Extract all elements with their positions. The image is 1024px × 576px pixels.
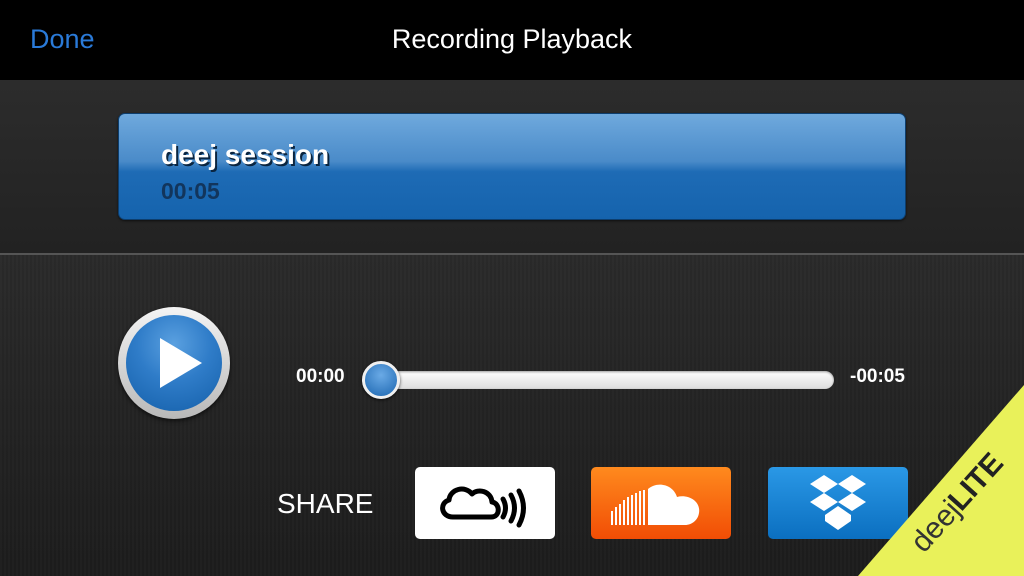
progress-slider-handle[interactable]	[362, 361, 400, 399]
elapsed-time: 00:00	[296, 366, 345, 387]
play-button-face	[126, 315, 222, 411]
share-dropbox-button[interactable]	[768, 467, 908, 539]
mixcloud-icon	[440, 486, 526, 528]
play-button[interactable]	[118, 307, 230, 419]
share-mixcloud-button[interactable]	[415, 467, 555, 539]
recording-item[interactable]: deej session 00:05	[118, 113, 906, 220]
share-label: SHARE	[277, 488, 374, 519]
recording-duration: 00:05	[161, 178, 220, 204]
dropbox-icon	[810, 475, 866, 530]
remaining-time: -00:05	[850, 366, 905, 387]
navigation-bar: Done Recording Playback	[0, 0, 1024, 80]
soundcloud-icon	[611, 484, 700, 525]
progress-slider-track[interactable]	[372, 371, 834, 389]
share-soundcloud-button[interactable]	[591, 467, 731, 539]
page-title: Recording Playback	[391, 24, 633, 54]
play-icon	[160, 338, 202, 388]
recording-name: deej session	[161, 139, 330, 170]
